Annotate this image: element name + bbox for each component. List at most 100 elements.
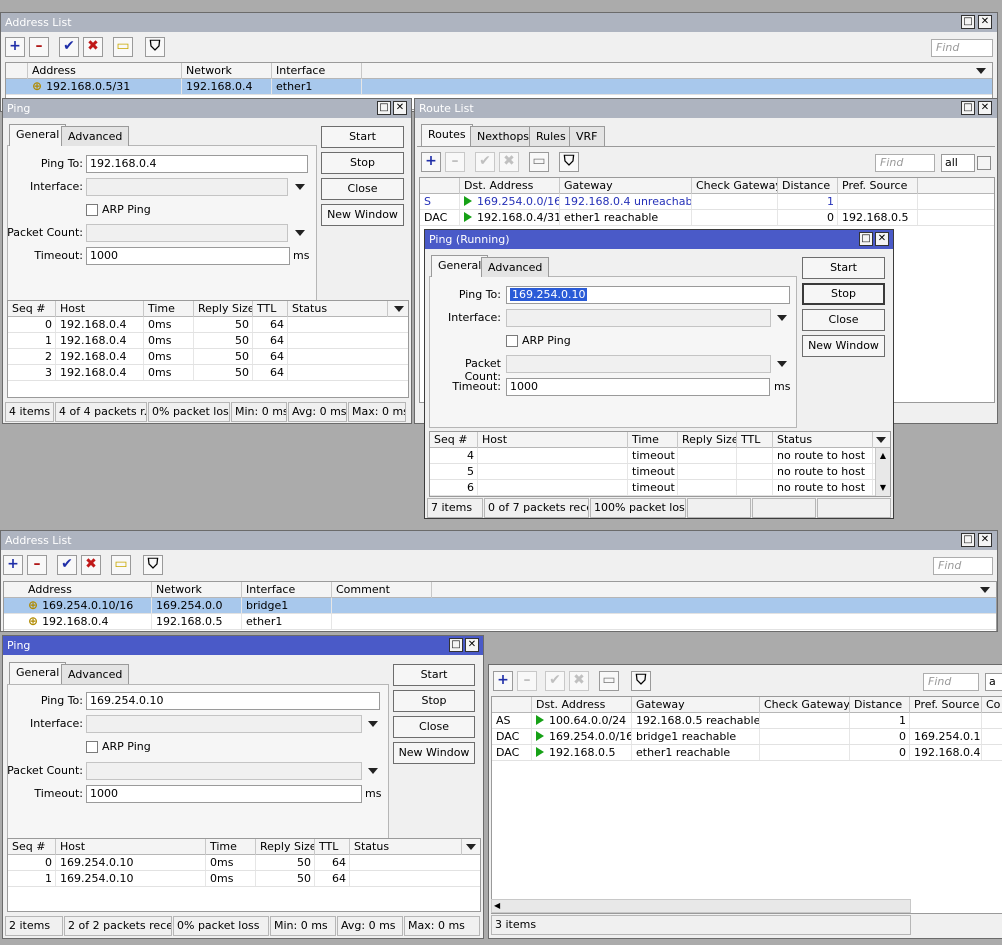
tab-vrf[interactable]: VRF (569, 126, 605, 146)
timeout-input[interactable]: 1000 (86, 247, 290, 265)
table-row[interactable]: 0 192.168.0.4 0ms 50 64 (8, 317, 408, 333)
arp-ping-checkbox[interactable] (506, 335, 518, 347)
stop-button[interactable]: Stop (321, 152, 404, 174)
packet-count-input[interactable] (506, 355, 771, 373)
comment-icon[interactable]: ▭ (113, 37, 133, 57)
table-row[interactable]: 0 169.254.0.10 0ms 50 64 (8, 855, 480, 871)
arp-ping-checkbox[interactable] (86, 204, 98, 216)
col-host[interactable]: Host (478, 432, 628, 448)
start-button[interactable]: Start (393, 664, 475, 686)
close-button[interactable]: ✕ (393, 101, 407, 115)
maximize-button[interactable]: □ (961, 101, 975, 115)
col-reply-size[interactable]: Reply Size (678, 432, 737, 448)
remove-icon[interactable]: – (27, 555, 47, 575)
table-row[interactable]: ⊕ 192.168.0.4 192.168.0.5 ether1 (4, 614, 996, 630)
ping-to-input[interactable]: 192.168.0.4 (86, 155, 308, 173)
close-button[interactable]: ✕ (978, 533, 992, 547)
filter-icon[interactable]: ⛉ (631, 671, 651, 691)
table-row[interactable]: 1 169.254.0.10 0ms 50 64 (8, 871, 480, 887)
vertical-scrollbar[interactable]: ▲ ▼ (875, 448, 890, 496)
table-row[interactable]: 6 timeout no route to host (430, 480, 890, 496)
col-seq[interactable]: Seq # (8, 301, 56, 317)
col-network[interactable]: Network (182, 63, 272, 79)
add-icon[interactable]: + (5, 37, 25, 57)
comment-icon[interactable]: ▭ (529, 152, 549, 172)
interface-select[interactable] (86, 715, 362, 733)
filter-select[interactable]: all (941, 154, 975, 172)
add-icon[interactable]: + (421, 152, 441, 172)
table-row[interactable]: ⊕ 169.254.0.10/16 169.254.0.0 bridge1 (4, 598, 996, 614)
column-menu-icon[interactable] (976, 68, 986, 74)
stop-button[interactable]: Stop (802, 283, 885, 305)
close-button[interactable]: ✕ (465, 638, 479, 652)
ping-to-input[interactable]: 169.254.0.10 (86, 692, 380, 710)
packet-count-input[interactable] (86, 762, 362, 780)
tab-routes[interactable]: Routes (421, 124, 473, 146)
filter-icon[interactable]: ⛉ (145, 37, 165, 57)
add-icon[interactable]: + (3, 555, 23, 575)
col-status[interactable]: Status (773, 432, 873, 448)
horizontal-scrollbar[interactable]: ◀ (491, 899, 911, 913)
col-reply-size[interactable]: Reply Size (256, 839, 315, 855)
table-row[interactable]: 5 timeout no route to host (430, 464, 890, 480)
dropdown-icon[interactable] (777, 315, 787, 321)
filter-icon[interactable]: ⛉ (143, 555, 163, 575)
maximize-button[interactable]: □ (377, 101, 391, 115)
dropdown-icon[interactable] (368, 721, 378, 727)
new-window-button[interactable]: New Window (321, 204, 404, 226)
col-pref-source[interactable]: Pref. Source (910, 697, 982, 713)
interface-select[interactable] (86, 178, 288, 196)
disable-icon[interactable]: ✖ (569, 671, 589, 691)
filter-dropdown-icon[interactable] (977, 156, 991, 170)
close-button[interactable]: Close (393, 716, 475, 738)
tab-rules[interactable]: Rules (529, 126, 573, 146)
close-button[interactable]: Close (802, 309, 885, 331)
table-row[interactable]: DAC 192.168.0.5 ether1 reachable 0 192.1… (492, 745, 1002, 761)
dropdown-icon[interactable] (295, 184, 305, 190)
enable-icon[interactable]: ✔ (475, 152, 495, 172)
remove-icon[interactable]: – (517, 671, 537, 691)
filter-select[interactable]: a (985, 673, 1002, 691)
maximize-button[interactable]: □ (961, 15, 975, 29)
col-dst-address[interactable]: Dst. Address (532, 697, 632, 713)
remove-icon[interactable]: – (445, 152, 465, 172)
new-window-button[interactable]: New Window (393, 742, 475, 764)
arp-ping-checkbox[interactable] (86, 741, 98, 753)
packet-count-input[interactable] (86, 224, 288, 242)
table-row[interactable]: 4 timeout no route to host (430, 448, 890, 464)
col-status[interactable]: Status (350, 839, 462, 855)
find-input[interactable]: Find (933, 557, 993, 575)
col-distance[interactable]: Distance (850, 697, 910, 713)
col-ttl[interactable]: TTL (315, 839, 350, 855)
col-interface[interactable]: Interface (242, 582, 332, 598)
maximize-button[interactable]: □ (961, 533, 975, 547)
col-ttl[interactable]: TTL (253, 301, 288, 317)
table-row[interactable]: AS 100.64.0.0/24 192.168.0.5 reachable .… (492, 713, 1002, 729)
close-button[interactable]: ✕ (978, 101, 992, 115)
col-ttl[interactable]: TTL (737, 432, 773, 448)
add-icon[interactable]: + (493, 671, 513, 691)
start-button[interactable]: Start (802, 257, 885, 279)
table-row[interactable]: DAC 169.254.0.0/16 bridge1 reachable 0 1… (492, 729, 1002, 745)
remove-icon[interactable]: – (29, 37, 49, 57)
enable-icon[interactable]: ✔ (545, 671, 565, 691)
find-input[interactable]: Find (931, 39, 993, 57)
disable-icon[interactable]: ✖ (81, 555, 101, 575)
table-row[interactable]: 3 192.168.0.4 0ms 50 64 (8, 365, 408, 381)
disable-icon[interactable]: ✖ (499, 152, 519, 172)
enable-icon[interactable]: ✔ (59, 37, 79, 57)
close-button[interactable]: Close (321, 178, 404, 200)
timeout-input[interactable]: 1000 (506, 378, 770, 396)
col-check-gateway[interactable]: Check Gateway (692, 178, 778, 194)
table-row[interactable]: DAC 192.168.0.4/31 ether1 reachable 0 19… (420, 210, 994, 226)
col-time[interactable]: Time (144, 301, 194, 317)
new-window-button[interactable]: New Window (802, 335, 885, 357)
col-comment[interactable]: Comment (332, 582, 432, 598)
col-network[interactable]: Network (152, 582, 242, 598)
maximize-button[interactable]: □ (449, 638, 463, 652)
find-input[interactable]: Find (923, 673, 979, 691)
close-button[interactable]: ✕ (978, 15, 992, 29)
col-address[interactable]: Address (28, 63, 182, 79)
stop-button[interactable]: Stop (393, 690, 475, 712)
table-row[interactable]: 1 192.168.0.4 0ms 50 64 (8, 333, 408, 349)
